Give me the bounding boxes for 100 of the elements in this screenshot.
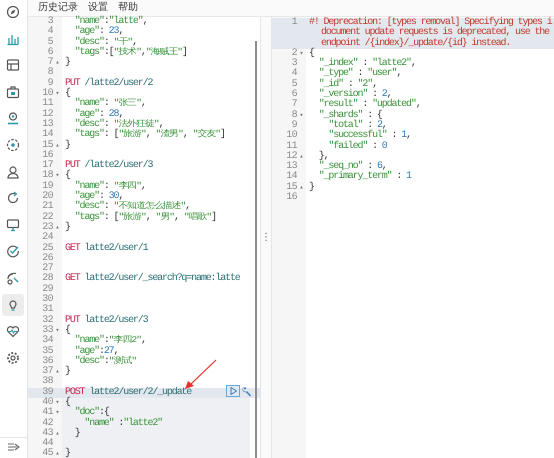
line-number: 23: [41, 222, 53, 233]
target-icon: [6, 138, 20, 152]
code-line: "name":"李四2",: [74, 336, 146, 346]
code-line: GET latte2/user/_search?q=name:latte: [65, 274, 240, 285]
line-number: 13: [285, 162, 297, 172]
code-line: {: [65, 171, 70, 182]
code-line: "desc": "干",: [74, 38, 137, 48]
line-number: 19: [41, 182, 53, 192]
code-line: "desc":"测试": [74, 356, 136, 368]
run-button[interactable]: [226, 385, 240, 397]
line-number: 34: [41, 336, 53, 346]
code-line: "name":"latte",: [74, 17, 148, 27]
line-number: 12: [41, 110, 53, 120]
response-line: #! Deprecation: [types removal] Specifying types i: [309, 18, 552, 28]
line-number: 35: [41, 346, 53, 356]
line-number: 6: [290, 90, 297, 100]
code-line: "tags":["技术","海贼王"]: [74, 48, 187, 58]
menu-item[interactable]: 帮助: [118, 1, 138, 15]
line-number: 32: [41, 316, 53, 326]
line-number: 40: [41, 398, 53, 408]
line-number: 14: [41, 130, 53, 140]
line-number: 16: [41, 150, 53, 161]
line-number: 18: [41, 171, 53, 182]
code-line: "age":27,: [74, 346, 118, 356]
scrollbar[interactable]: [255, 41, 257, 458]
line-number: 11: [285, 142, 297, 152]
response-line: "_primary_term" : 1: [318, 172, 411, 183]
heart-pulse-icon: [6, 324, 20, 338]
line-number: 9: [48, 78, 53, 89]
code-line: }: [65, 140, 70, 151]
line-number: 5: [290, 80, 297, 90]
line-number: 25: [41, 244, 53, 254]
line-number: 5: [46, 38, 53, 48]
line-number: 28: [41, 274, 53, 284]
code-line: "tags": ["旅游", "男", "唱歌"]: [74, 212, 216, 223]
line-number: 15: [41, 140, 53, 151]
line-number: 6: [46, 48, 53, 58]
line-number: 26: [41, 254, 53, 264]
line-number: 33: [41, 326, 53, 336]
line-number: 42: [41, 418, 53, 429]
response-line: "total" : 2,: [327, 120, 387, 131]
line-number: 8: [46, 68, 53, 78]
line-number: 27: [41, 264, 53, 274]
line-number: 10: [41, 89, 53, 100]
line-number: 44: [41, 439, 53, 450]
code-line: POST latte2/user/2/_update: [65, 388, 192, 398]
line-number: 16: [285, 193, 297, 204]
line-number: 4: [290, 69, 297, 80]
code-line: {: [65, 89, 70, 100]
check-circle-icon: [6, 244, 20, 258]
menu-item[interactable]: 设置: [88, 1, 108, 15]
response-line: }: [309, 182, 314, 194]
response-line: "_id" : "2",: [318, 80, 377, 90]
line-number: 45: [41, 449, 53, 458]
line-number: 17: [41, 161, 53, 172]
code-line: "desc": "法外狂徒",: [74, 120, 164, 130]
line-number: 22: [41, 212, 53, 223]
code-line: "name": "张三",: [74, 99, 146, 110]
code-line: }: [74, 428, 80, 440]
line-number: 15: [285, 182, 297, 193]
response-line: "_shards" : {: [318, 110, 382, 121]
cycle-icon: [6, 191, 20, 206]
menu-item[interactable]: 历史记录: [38, 1, 78, 15]
response-line: endpoint /{index}/_update/{id} instead.: [320, 38, 510, 49]
line-number: 39: [41, 388, 53, 398]
code-line: GET latte2/user/1: [65, 244, 148, 254]
response-line: "result" : "updated",: [318, 100, 421, 110]
wrench-icon[interactable]: [242, 386, 252, 397]
response-line: document update requests is deprecated, use the: [320, 28, 549, 38]
code-line: "tags": ["旅游", "渣男", "交友"]: [74, 130, 225, 141]
line-number: 31: [41, 305, 53, 316]
response-line: "failed" : 0: [327, 142, 387, 152]
line-number: 37: [41, 367, 53, 378]
briefcase-icon: [6, 84, 20, 99]
resize-handle[interactable]: ⋮: [261, 232, 271, 243]
line-number: 11: [41, 99, 53, 110]
sidebar-item[interactable]: [2, 294, 24, 316]
line-number: 21: [41, 202, 53, 212]
line-number: 24: [41, 233, 53, 244]
code-line: "name": "李四",: [74, 182, 146, 192]
line-number: 43: [41, 428, 53, 439]
code-line: }: [65, 222, 70, 234]
line-number: 10: [285, 131, 297, 142]
pane-splitter[interactable]: ⋮: [260, 17, 272, 458]
line-number: 20: [41, 192, 53, 202]
code-line: PUT latte2/user/3: [65, 316, 148, 326]
person-icon: [6, 164, 20, 179]
expand-icon[interactable]: [8, 442, 20, 452]
code-line: "name" :"latte2": [83, 418, 162, 429]
play-icon: [230, 387, 236, 395]
line-number: 8: [290, 110, 297, 121]
code-line: "desc": "不知道怎么描述",: [74, 202, 190, 212]
line-number: 9: [292, 120, 297, 131]
response-line: {: [309, 48, 314, 60]
line-number: 2: [290, 48, 297, 59]
line-number: 30: [41, 295, 53, 306]
line-number: 7: [46, 58, 53, 68]
code-line: {: [65, 326, 70, 336]
code-line: {: [65, 398, 70, 408]
response-line: "successful" : 1,: [327, 131, 411, 142]
